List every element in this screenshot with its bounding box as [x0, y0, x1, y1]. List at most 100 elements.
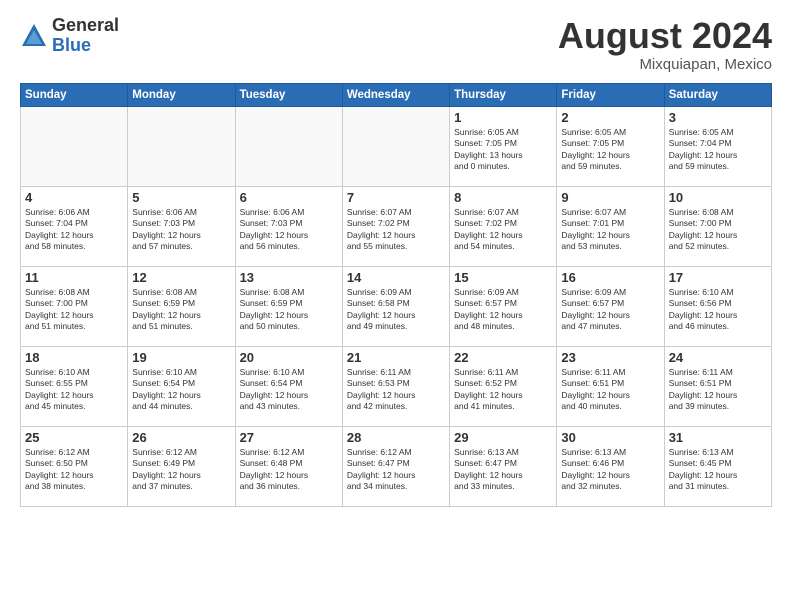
weekday-header-monday: Monday: [128, 83, 235, 106]
calendar-cell: 8 Sunrise: 6:07 AM Sunset: 7:02 PM Daylig…: [450, 186, 557, 266]
logo: General Blue: [20, 16, 119, 56]
day-info: Sunrise: 6:11 AM Sunset: 6:51 PM Dayligh…: [561, 367, 659, 413]
calendar-cell: 15Sunrise: 6:09 AM Sunset: 6:57 PM Dayli…: [450, 266, 557, 346]
day-info: Sunrise: 6:12 AM Sunset: 6:47 PM Dayligh…: [347, 447, 445, 493]
calendar-cell: 20 Sunrise: 6:10 AM Sunset: 6:54 PM Dayli…: [235, 346, 342, 426]
day-number: 25: [25, 430, 123, 445]
day-info: Sunrise: 6:10 AM Sunset: 6:54 PM Dayligh…: [132, 367, 230, 413]
day-number: 30: [561, 430, 659, 445]
calendar-cell: 10Sunrise: 6:08 AM Sunset: 7:00 PM Dayli…: [664, 186, 771, 266]
location: Mixquiapan, Mexico: [558, 56, 772, 73]
day-info: Sunrise: 6:10 AM Sunset: 6:54 PM Dayligh…: [240, 367, 338, 413]
calendar-cell: 22 Sunrise: 6:11 AM Sunset: 6:52 PM Dayli…: [450, 346, 557, 426]
calendar-cell: 19Sunrise: 6:10 AM Sunset: 6:54 PM Dayli…: [128, 346, 235, 426]
day-number: 9: [561, 190, 659, 205]
day-number: 13: [240, 270, 338, 285]
calendar-cell: 24Sunrise: 6:11 AM Sunset: 6:51 PM Dayli…: [664, 346, 771, 426]
day-number: 26: [132, 430, 230, 445]
calendar-cell: 25 Sunrise: 6:12 AM Sunset: 6:50 PM Dayli…: [21, 426, 128, 506]
day-info: Sunrise: 6:13 AM Sunset: 6:47 PM Dayligh…: [454, 447, 552, 493]
day-number: 23: [561, 350, 659, 365]
day-info: Sunrise: 6:05 AM Sunset: 7:04 PM Dayligh…: [669, 127, 767, 173]
calendar-week-row: 25 Sunrise: 6:12 AM Sunset: 6:50 PM Dayli…: [21, 426, 772, 506]
day-number: 10: [669, 190, 767, 205]
day-info: Sunrise: 6:06 AM Sunset: 7:04 PM Dayligh…: [25, 207, 123, 253]
day-info: Sunrise: 6:11 AM Sunset: 6:53 PM Dayligh…: [347, 367, 445, 413]
calendar-cell: 7 Sunrise: 6:07 AM Sunset: 7:02 PM Daylig…: [342, 186, 449, 266]
calendar-cell: 13 Sunrise: 6:08 AM Sunset: 6:59 PM Dayli…: [235, 266, 342, 346]
day-number: 14: [347, 270, 445, 285]
logo-general-text: General: [52, 16, 119, 36]
day-number: 18: [25, 350, 123, 365]
calendar-cell: 9 Sunrise: 6:07 AM Sunset: 7:01 PM Daylig…: [557, 186, 664, 266]
calendar-cell: [21, 106, 128, 186]
logo-blue-text: Blue: [52, 36, 119, 56]
day-info: Sunrise: 6:06 AM Sunset: 7:03 PM Dayligh…: [132, 207, 230, 253]
calendar-cell: 4Sunrise: 6:06 AM Sunset: 7:04 PM Daylig…: [21, 186, 128, 266]
day-number: 7: [347, 190, 445, 205]
calendar-cell: [128, 106, 235, 186]
day-number: 1: [454, 110, 552, 125]
calendar-cell: 11 Sunrise: 6:08 AM Sunset: 7:00 PM Dayli…: [21, 266, 128, 346]
calendar-cell: [235, 106, 342, 186]
calendar-cell: 5Sunrise: 6:06 AM Sunset: 7:03 PM Daylig…: [128, 186, 235, 266]
weekday-header-wednesday: Wednesday: [342, 83, 449, 106]
day-info: Sunrise: 6:07 AM Sunset: 7:02 PM Dayligh…: [347, 207, 445, 253]
calendar-week-row: 1 Sunrise: 6:05 AM Sunset: 7:05 PM Daylig…: [21, 106, 772, 186]
day-info: Sunrise: 6:07 AM Sunset: 7:01 PM Dayligh…: [561, 207, 659, 253]
day-info: Sunrise: 6:05 AM Sunset: 7:05 PM Dayligh…: [561, 127, 659, 173]
day-info: Sunrise: 6:08 AM Sunset: 6:59 PM Dayligh…: [132, 287, 230, 333]
calendar-cell: 3 Sunrise: 6:05 AM Sunset: 7:04 PM Daylig…: [664, 106, 771, 186]
day-info: Sunrise: 6:07 AM Sunset: 7:02 PM Dayligh…: [454, 207, 552, 253]
day-number: 2: [561, 110, 659, 125]
day-number: 29: [454, 430, 552, 445]
day-info: Sunrise: 6:09 AM Sunset: 6:57 PM Dayligh…: [561, 287, 659, 333]
day-info: Sunrise: 6:08 AM Sunset: 6:59 PM Dayligh…: [240, 287, 338, 333]
calendar-cell: 16 Sunrise: 6:09 AM Sunset: 6:57 PM Dayli…: [557, 266, 664, 346]
logo-text: General Blue: [52, 16, 119, 56]
day-number: 22: [454, 350, 552, 365]
logo-icon: [20, 22, 48, 50]
calendar-cell: 2 Sunrise: 6:05 AM Sunset: 7:05 PM Daylig…: [557, 106, 664, 186]
month-year: August 2024: [558, 16, 772, 56]
day-number: 20: [240, 350, 338, 365]
calendar-week-row: 18Sunrise: 6:10 AM Sunset: 6:55 PM Dayli…: [21, 346, 772, 426]
calendar-cell: 12 Sunrise: 6:08 AM Sunset: 6:59 PM Dayli…: [128, 266, 235, 346]
day-number: 28: [347, 430, 445, 445]
calendar-cell: 27Sunrise: 6:12 AM Sunset: 6:48 PM Dayli…: [235, 426, 342, 506]
day-number: 31: [669, 430, 767, 445]
calendar-cell: 21 Sunrise: 6:11 AM Sunset: 6:53 PM Dayli…: [342, 346, 449, 426]
day-info: Sunrise: 6:12 AM Sunset: 6:49 PM Dayligh…: [132, 447, 230, 493]
day-number: 21: [347, 350, 445, 365]
calendar-cell: [342, 106, 449, 186]
header: General Blue August 2024 Mixquiapan, Mex…: [20, 16, 772, 73]
calendar-cell: 18Sunrise: 6:10 AM Sunset: 6:55 PM Dayli…: [21, 346, 128, 426]
weekday-header-tuesday: Tuesday: [235, 83, 342, 106]
day-info: Sunrise: 6:05 AM Sunset: 7:05 PM Dayligh…: [454, 127, 552, 173]
calendar-cell: 26 Sunrise: 6:12 AM Sunset: 6:49 PM Dayli…: [128, 426, 235, 506]
calendar-week-row: 11 Sunrise: 6:08 AM Sunset: 7:00 PM Dayli…: [21, 266, 772, 346]
day-info: Sunrise: 6:12 AM Sunset: 6:48 PM Dayligh…: [240, 447, 338, 493]
calendar-cell: 29 Sunrise: 6:13 AM Sunset: 6:47 PM Dayli…: [450, 426, 557, 506]
day-number: 8: [454, 190, 552, 205]
day-info: Sunrise: 6:06 AM Sunset: 7:03 PM Dayligh…: [240, 207, 338, 253]
calendar-page: General Blue August 2024 Mixquiapan, Mex…: [0, 0, 792, 612]
day-number: 12: [132, 270, 230, 285]
calendar-cell: 28 Sunrise: 6:12 AM Sunset: 6:47 PM Dayli…: [342, 426, 449, 506]
day-info: Sunrise: 6:09 AM Sunset: 6:57 PM Dayligh…: [454, 287, 552, 333]
day-info: Sunrise: 6:11 AM Sunset: 6:52 PM Dayligh…: [454, 367, 552, 413]
weekday-header-row: SundayMondayTuesdayWednesdayThursdayFrid…: [21, 83, 772, 106]
day-info: Sunrise: 6:12 AM Sunset: 6:50 PM Dayligh…: [25, 447, 123, 493]
day-number: 3: [669, 110, 767, 125]
day-info: Sunrise: 6:13 AM Sunset: 6:45 PM Dayligh…: [669, 447, 767, 493]
day-number: 6: [240, 190, 338, 205]
day-info: Sunrise: 6:10 AM Sunset: 6:56 PM Dayligh…: [669, 287, 767, 333]
calendar-cell: 23 Sunrise: 6:11 AM Sunset: 6:51 PM Dayli…: [557, 346, 664, 426]
day-info: Sunrise: 6:11 AM Sunset: 6:51 PM Dayligh…: [669, 367, 767, 413]
day-number: 11: [25, 270, 123, 285]
calendar-cell: 14 Sunrise: 6:09 AM Sunset: 6:58 PM Dayli…: [342, 266, 449, 346]
title-block: August 2024 Mixquiapan, Mexico: [558, 16, 772, 73]
day-number: 16: [561, 270, 659, 285]
day-info: Sunrise: 6:08 AM Sunset: 7:00 PM Dayligh…: [25, 287, 123, 333]
day-info: Sunrise: 6:09 AM Sunset: 6:58 PM Dayligh…: [347, 287, 445, 333]
